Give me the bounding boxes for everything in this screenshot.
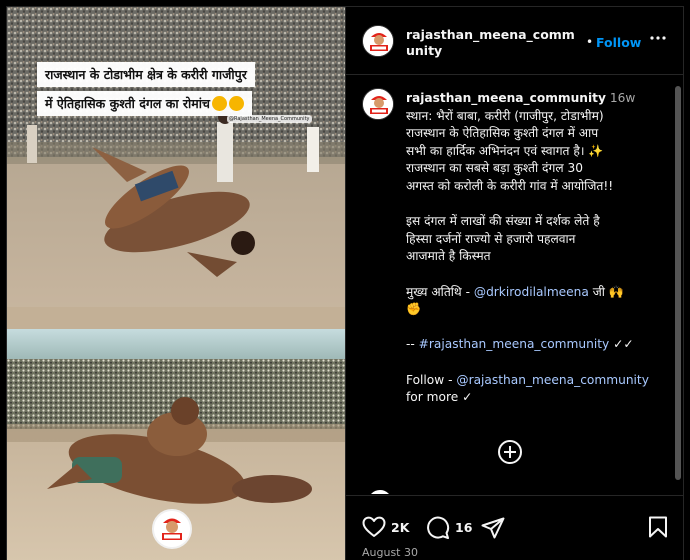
comments-section[interactable]: rajasthan_meena_community 16w स्थान: भैरो… <box>346 76 683 494</box>
overlay-watermark: @Rajasthan_Meena_Community <box>227 115 312 123</box>
post-caption: rajasthan_meena_community 16w स्थान: भैरो… <box>406 90 674 407</box>
follow-suffix: for more ✓ <box>406 390 473 405</box>
hashtag-line: -- #rajasthan_meena_community ✓✓ <box>406 336 674 354</box>
caption-line: हिस्सा दर्जनों राज्यो से हजारो पहलवान <box>406 231 576 246</box>
add-comment-icon[interactable] <box>498 440 522 464</box>
caption-line: राजस्थान के ऐतिहासिक कुश्ती दंगल में आप <box>406 126 599 141</box>
action-bar: 2K 16 August 30 <box>346 495 683 560</box>
save-control[interactable] <box>648 516 668 538</box>
wrestling-photo-top <box>7 7 345 329</box>
share-control[interactable] <box>481 517 505 539</box>
comment-avatar[interactable] <box>368 490 392 494</box>
follow-button[interactable]: Follow <box>596 35 641 50</box>
follow-mention[interactable]: @rajasthan_meena_community <box>456 373 649 387</box>
overlay-caption-line1: राजस्थान के टोडाभीम क्षेत्र के करीरी गाज… <box>37 62 255 87</box>
author-username[interactable]: rajasthan_meena_community <box>406 27 576 59</box>
caption-line: सभी का हार्दिक अभिनंदन एवं स्वागत है। ✨ <box>406 143 604 158</box>
hashtag-prefix: -- <box>406 337 419 352</box>
chief-guest-prefix: मुख्य अतिथि - <box>406 284 474 299</box>
chief-guest-line: मुख्य अतिथि - @drkirodilalmeena जी 🙌 <box>406 284 674 302</box>
caption-line: इस दंगल में लाखों की संख्या में दर्शक ले… <box>406 214 600 229</box>
caption-line: आजमाते है किस्मत <box>406 249 491 264</box>
post-dialog: राजस्थान के टोडाभीम क्षेत्र के करीरी गाज… <box>6 6 684 560</box>
comments-scrollbar[interactable] <box>675 86 681 480</box>
chief-guest-emoji: ✊ <box>406 302 422 317</box>
follow-prefix: Follow - <box>406 372 457 387</box>
post-sidebar: rajasthan_meena_community • Follow rajas… <box>345 7 683 560</box>
hashtag-link[interactable]: #rajasthan_meena_community <box>419 337 610 351</box>
fist-emoji-icon <box>211 96 227 111</box>
post-header: rajasthan_meena_community • Follow <box>346 7 683 75</box>
chief-guest-suffix: जी 🙌 <box>588 284 625 299</box>
caption-line: राजस्थान का सबसे बड़ा कुश्ती दंगल 30 <box>406 161 583 176</box>
comment-control[interactable]: 16 <box>426 516 472 539</box>
author-avatar[interactable] <box>362 25 394 57</box>
follow-line: Follow - @rajasthan_meena_community <box>406 372 674 390</box>
like-control[interactable]: 2K <box>362 516 409 538</box>
comment-count[interactable]: 16 <box>455 520 472 535</box>
overlay-caption-line2-text: में ऐतिहासिक कुश्ती दंगल का रोमांच <box>45 96 210 111</box>
hashtag-suffix: ✓✓ <box>609 337 634 352</box>
caption-line: अगस्त को करोली के करीरी गांव में आयोजित!… <box>406 178 614 193</box>
post-media[interactable]: राजस्थान के टोडाभीम क्षेत्र के करीरी गाज… <box>7 7 345 560</box>
more-icon[interactable] <box>649 29 667 52</box>
caption-header-line: rajasthan_meena_community 16w <box>406 90 674 108</box>
muscle-emoji-icon <box>228 96 244 111</box>
caption-timestamp[interactable]: 16w <box>610 91 635 105</box>
bookmark-icon[interactable] <box>648 516 668 538</box>
caption-avatar[interactable] <box>362 88 394 120</box>
heart-icon[interactable] <box>362 516 386 538</box>
community-logo <box>152 509 192 549</box>
post-date[interactable]: August 30 <box>362 546 418 559</box>
overlay-caption-line2: में ऐतिहासिक कुश्ती दंगल का रोमांच <box>37 91 252 116</box>
header-separator: • <box>586 35 594 49</box>
share-icon[interactable] <box>481 517 505 539</box>
caption-username[interactable]: rajasthan_meena_community <box>406 91 606 105</box>
comment-icon[interactable] <box>426 516 450 539</box>
chief-guest-mention[interactable]: @drkirodilalmeena <box>474 285 589 299</box>
like-count[interactable]: 2K <box>391 520 409 535</box>
caption-line: स्थान: भैरों बाबा, करीरी (गाजीपुर, टोडाभ… <box>406 108 604 123</box>
